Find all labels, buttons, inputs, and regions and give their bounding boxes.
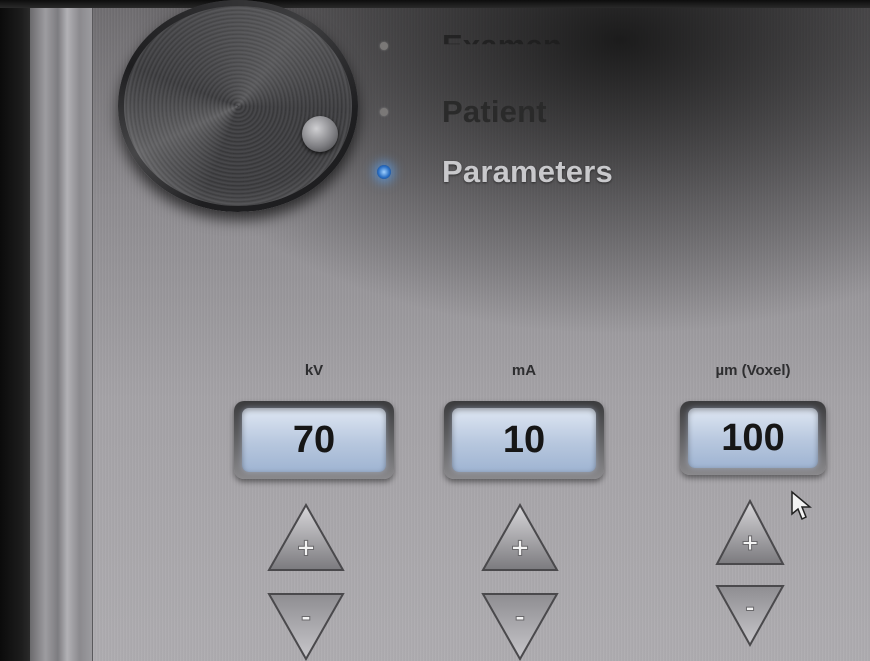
menu-label-patient: Patient [442, 94, 547, 129]
voxel-decrement-button[interactable]: - [714, 582, 786, 648]
active-led-icon [377, 165, 391, 179]
menu-item-parameters[interactable]: Parameters [377, 154, 613, 190]
plus-icon: + [297, 532, 315, 565]
param-label-voxel: µm (Voxel) [715, 362, 791, 379]
rotary-knob[interactable] [118, 0, 358, 212]
ma-increment-button[interactable]: + [480, 502, 560, 574]
plus-icon: + [742, 527, 758, 558]
bezel-left [0, 0, 30, 661]
panel-rail [30, 0, 93, 661]
param-voxel: µm (Voxel) 100 [680, 362, 826, 475]
minus-icon: - [301, 600, 311, 633]
kv-increment-button[interactable]: + [266, 502, 346, 574]
plus-icon: + [511, 532, 529, 565]
mouse-cursor-icon [790, 490, 813, 527]
bezel-top [0, 0, 870, 8]
menu-led-icon [380, 42, 388, 50]
param-display-ma: 10 [444, 401, 604, 479]
param-value-ma: 10 [452, 408, 596, 472]
menu-item-examen[interactable]: Examen [380, 28, 562, 64]
param-display-voxel: 100 [680, 401, 826, 475]
param-ma: mA 10 [444, 362, 604, 479]
param-kv: kV 70 [234, 362, 394, 479]
menu-label-parameters: Parameters [442, 154, 613, 189]
device-panel: Examen Patient Parameters kV 70 mA 10 µm… [0, 0, 870, 661]
knob-indicator-dot [302, 116, 338, 152]
param-value-voxel: 100 [688, 408, 818, 468]
param-value-kv: 70 [242, 408, 386, 472]
param-label-ma: mA [511, 362, 537, 379]
menu-led-icon [380, 108, 388, 116]
param-label-kv: kV [304, 362, 324, 379]
voxel-increment-button[interactable]: + [714, 498, 786, 568]
minus-icon: - [515, 600, 525, 633]
param-display-kv: 70 [234, 401, 394, 479]
kv-decrement-button[interactable]: - [266, 590, 346, 661]
ma-decrement-button[interactable]: - [480, 590, 560, 661]
menu-label-examen: Examen [442, 28, 563, 63]
menu-item-patient[interactable]: Patient [380, 94, 547, 130]
minus-icon: - [745, 591, 754, 622]
